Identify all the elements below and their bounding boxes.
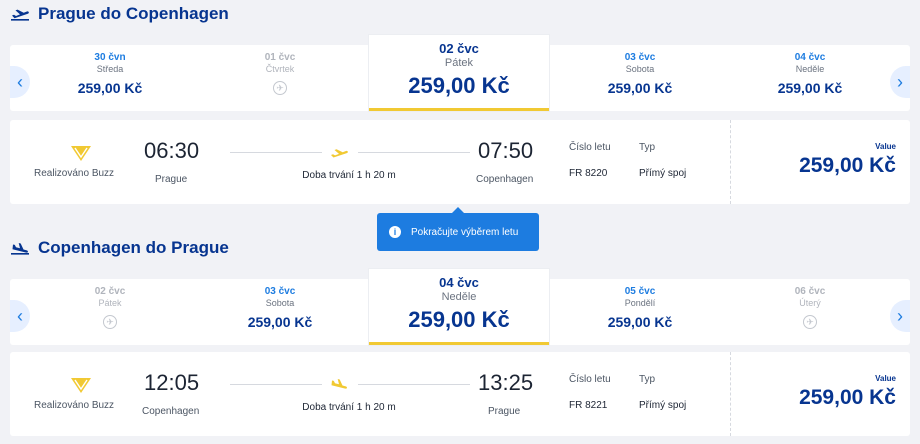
date-price: 259,00 Kč: [247, 314, 313, 330]
inbound-title: Copenhagen do Prague: [38, 238, 229, 257]
depart-time: 12:05: [144, 370, 200, 395]
outbound-date-2-selected[interactable]: 02 čvc Pátek 259,00 Kč: [369, 35, 549, 111]
date-label: 05 čvc: [624, 286, 656, 297]
outbound-date-0[interactable]: 30 čvn Středa 259,00 Kč: [30, 45, 190, 111]
fare-label: Value: [875, 374, 896, 383]
price-box[interactable]: Value 259,00 Kč: [730, 120, 910, 204]
continue-tooltip: i Pokračujte výběrem letu: [377, 207, 539, 251]
plane-landing-icon: [11, 243, 29, 255]
date-price: 259,00 Kč: [607, 314, 673, 330]
date-price: 259,00 Kč: [607, 80, 673, 96]
flight-number: FR 8221: [569, 400, 608, 411]
outbound-date-1: 01 čvc Čtvrtek ✈: [190, 45, 370, 111]
weekday-label: Neděle: [441, 291, 477, 303]
inbound-date-2-selected[interactable]: 04 čvc Neděle 259,00 Kč: [369, 269, 549, 345]
outbound-date-strip: ‹ 30 čvn Středa 259,00 Kč 01 čvc Čtvrtek…: [10, 35, 910, 111]
date-label: 03 čvc: [264, 286, 296, 297]
buzz-logo-icon: [71, 378, 91, 393]
operated-by: Realizováno Buzz: [34, 400, 115, 411]
outbound-date-4[interactable]: 04 čvc Neděle 259,00 Kč: [730, 45, 890, 111]
weekday-label: Sobota: [625, 64, 655, 74]
flight-duration: Doba trvání 1 h 20 m: [302, 170, 396, 181]
date-label: 30 čvn: [94, 52, 126, 63]
buzz-logo-icon: [71, 146, 91, 161]
date-label: 03 čvc: [624, 52, 656, 63]
flight-type: Přímý spoj: [639, 400, 687, 411]
flight-number-label: Číslo letu: [569, 374, 611, 385]
weekday-label: Pondělí: [624, 298, 656, 308]
inbound-flight-card[interactable]: Realizováno Buzz 12:05 Copenhagen Doba t…: [10, 352, 910, 436]
weekday-label: Středa: [96, 64, 124, 74]
date-label: 02 čvc: [94, 286, 126, 297]
operated-by: Realizováno Buzz: [34, 168, 115, 179]
inbound-date-0: 02 čvc Pátek ✈: [30, 279, 190, 345]
flight-number: FR 8220: [569, 168, 608, 179]
inbound-date-4: 06 čvc Úterý ✈: [730, 279, 890, 345]
date-price: 259,00 Kč: [777, 80, 843, 96]
chevron-right-icon[interactable]: ›: [890, 300, 910, 332]
tooltip-text: Pokračujte výběrem letu: [411, 226, 519, 238]
weekday-label: Pátek: [444, 57, 474, 69]
flight-type-label: Typ: [639, 142, 656, 153]
inbound-section-title: Copenhagen do Prague: [10, 238, 229, 258]
fare-price: 259,00 Kč: [799, 386, 896, 409]
no-flight-icon: ✈: [103, 315, 117, 329]
date-label: 02 čvc: [439, 41, 479, 56]
flight-duration: Doba trvání 1 h 20 m: [302, 402, 396, 413]
fare-label: Value: [875, 142, 896, 151]
chevron-left-icon[interactable]: ‹: [10, 300, 30, 332]
arrive-time: 13:25: [478, 370, 534, 395]
arrive-city: Prague: [488, 406, 521, 417]
weekday-label: Pátek: [98, 298, 122, 308]
weekday-label: Úterý: [799, 298, 821, 308]
arrive-city: Copenhagen: [476, 174, 534, 185]
inbound-date-1[interactable]: 03 čvc Sobota 259,00 Kč: [190, 279, 370, 345]
depart-city: Prague: [155, 174, 188, 185]
date-price: 259,00 Kč: [408, 73, 510, 98]
flight-type: Přímý spoj: [639, 168, 687, 179]
outbound-title: Prague do Copenhagen: [38, 4, 229, 23]
plane-takeoff-icon: [331, 149, 348, 158]
date-price: 259,00 Kč: [408, 307, 510, 332]
inbound-date-strip: ‹ 02 čvc Pátek ✈ 03 čvc Sobota 259,00 Kč…: [10, 269, 910, 345]
weekday-label: Čtvrtek: [265, 64, 295, 74]
outbound-section-title: Prague do Copenhagen: [10, 4, 229, 24]
no-flight-icon: ✈: [803, 315, 817, 329]
depart-time: 06:30: [144, 138, 200, 163]
arrive-time: 07:50: [478, 138, 534, 163]
fare-price: 259,00 Kč: [799, 154, 896, 177]
weekday-label: Sobota: [265, 298, 295, 308]
depart-city: Copenhagen: [142, 406, 200, 417]
date-label: 01 čvc: [264, 52, 296, 63]
info-icon: i: [389, 226, 401, 238]
route-line: [230, 384, 322, 385]
weekday-label: Neděle: [795, 64, 825, 74]
date-label: 06 čvc: [794, 286, 826, 297]
outbound-date-3[interactable]: 03 čvc Sobota 259,00 Kč: [550, 45, 730, 111]
flight-number-label: Číslo letu: [569, 142, 611, 153]
chevron-right-icon[interactable]: ›: [890, 66, 910, 98]
plane-takeoff-icon: [11, 9, 29, 21]
outbound-flight-card[interactable]: Realizováno Buzz 06:30 Prague Doba trván…: [10, 120, 910, 204]
date-label: 04 čvc: [794, 52, 826, 63]
route-line: [358, 384, 470, 385]
price-box[interactable]: Value 259,00 Kč: [730, 352, 910, 436]
route-line: [230, 152, 322, 153]
no-flight-icon: ✈: [273, 81, 287, 95]
route-line: [358, 152, 470, 153]
inbound-date-3[interactable]: 05 čvc Pondělí 259,00 Kč: [550, 279, 730, 345]
flight-type-label: Typ: [639, 374, 656, 385]
date-price: 259,00 Kč: [77, 80, 143, 96]
chevron-left-icon[interactable]: ‹: [10, 66, 30, 98]
plane-landing-icon: [331, 379, 347, 389]
date-label: 04 čvc: [439, 275, 479, 290]
